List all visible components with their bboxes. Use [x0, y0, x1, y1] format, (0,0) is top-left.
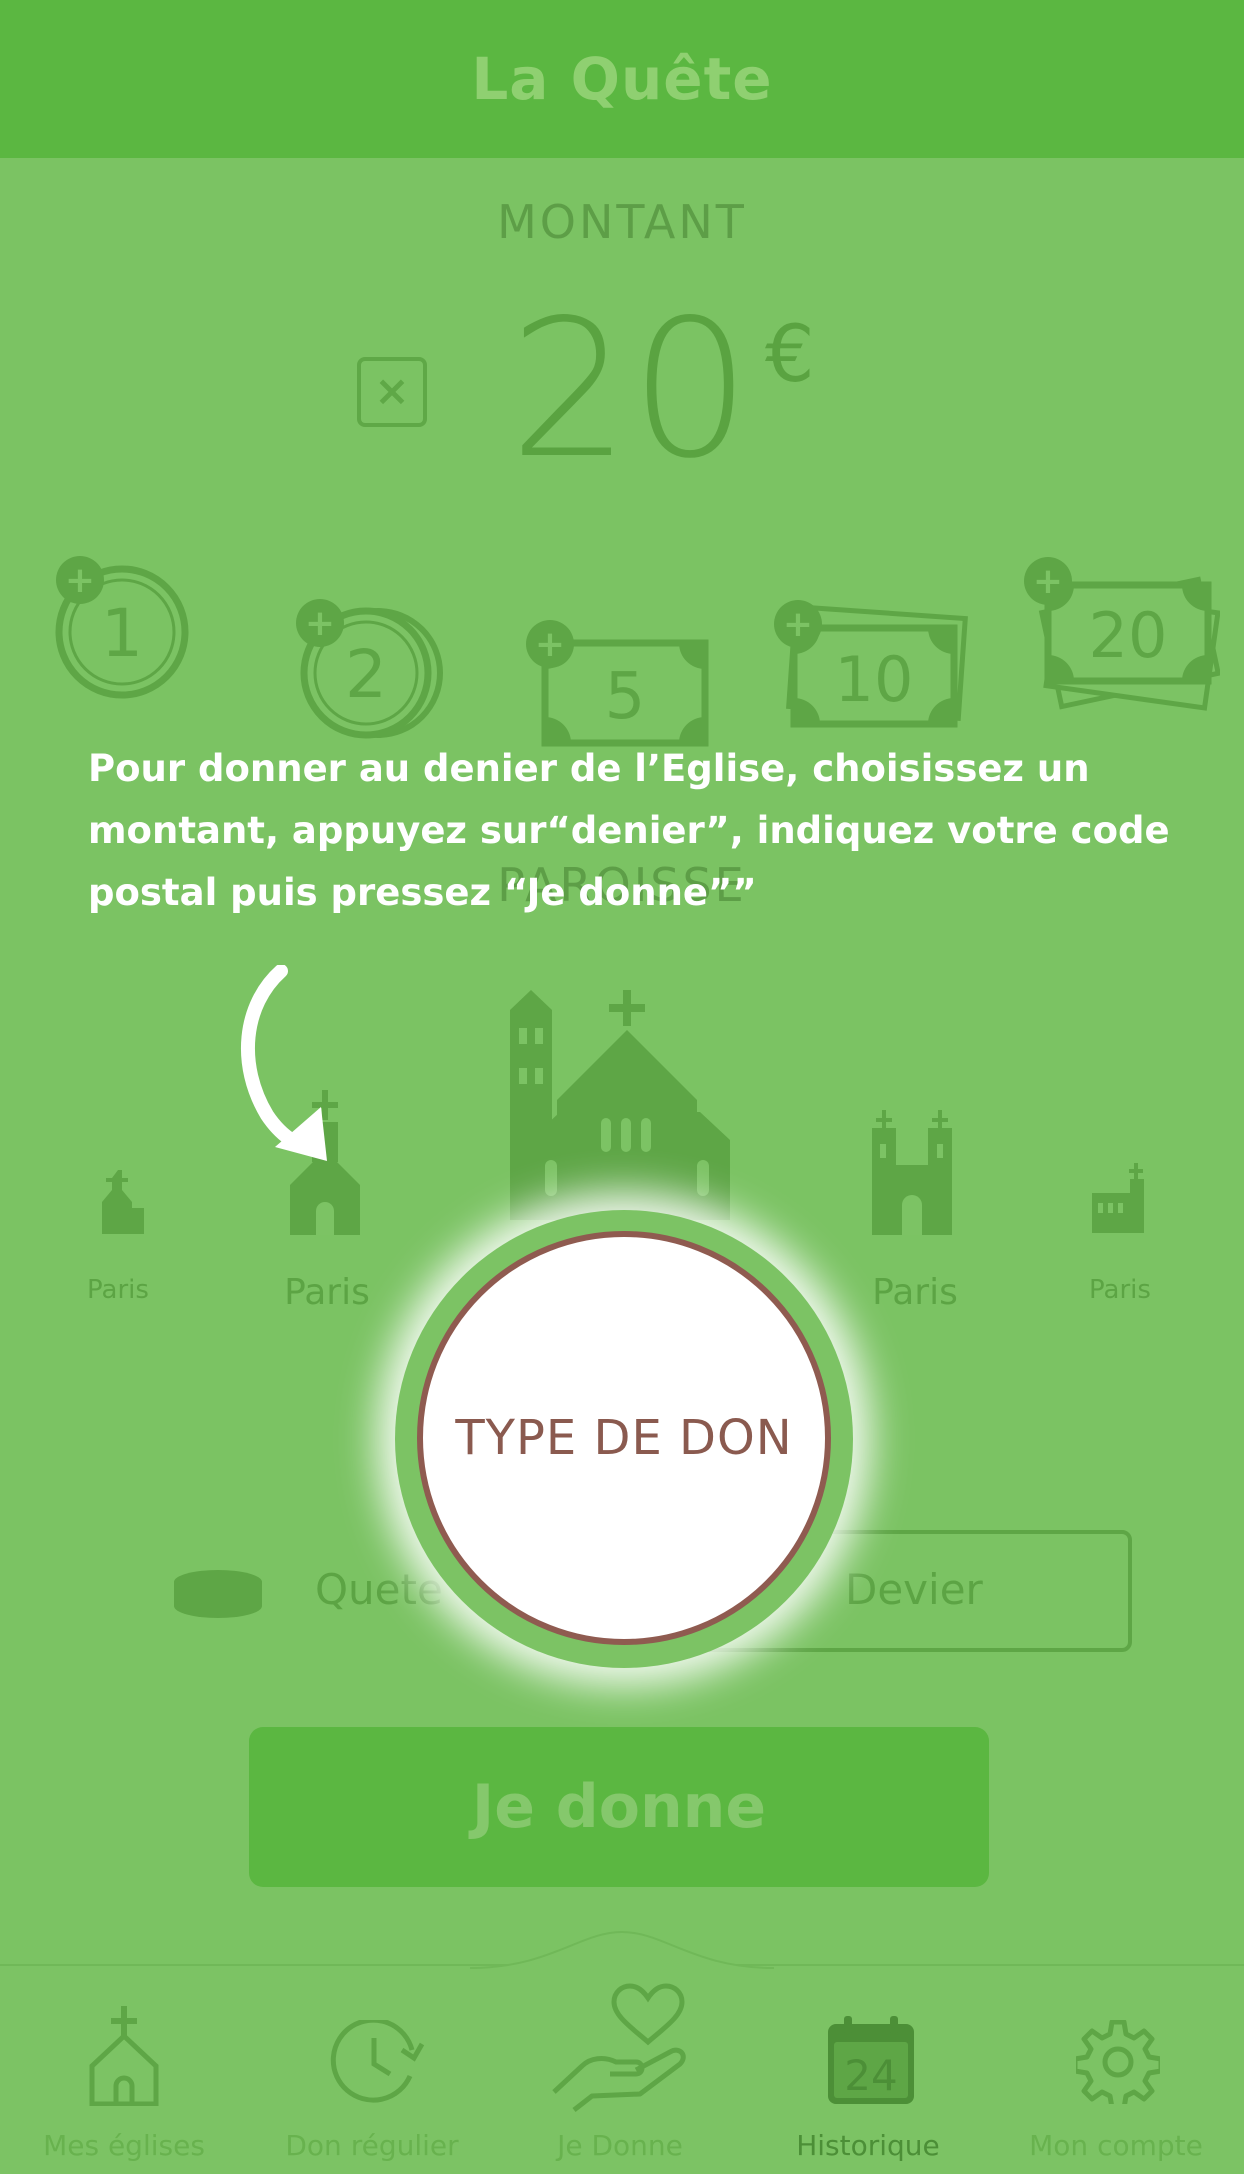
add-5-banknote-button[interactable]: + 5: [520, 618, 720, 748]
note-10-label: 10: [835, 643, 914, 716]
church-small-left-icon[interactable]: [96, 1170, 146, 1234]
heart-hand-icon: [552, 1983, 686, 2112]
tab-label: Don régulier: [285, 2129, 459, 2162]
note-5-label: 5: [605, 660, 646, 734]
church-icon: [89, 2006, 159, 2106]
calendar-day: 24: [844, 2051, 897, 2100]
donation-type-highlight[interactable]: TYPE DE DON: [417, 1231, 831, 1645]
tab-je-donne[interactable]: Je Donne: [496, 1966, 744, 2174]
amount-value: 20: [509, 279, 751, 500]
calendar-icon: 24: [828, 2016, 914, 2104]
coin-2-label: 2: [345, 636, 387, 713]
tabbar-notch: [470, 1930, 774, 1969]
denier-option-label: Devier: [845, 1565, 983, 1614]
je-donne-button[interactable]: Je donne: [249, 1727, 989, 1887]
clear-amount-button[interactable]: ×: [357, 357, 427, 427]
svg-text:+: +: [535, 624, 565, 665]
church-city-label: Paris: [87, 1275, 149, 1305]
tab-bar: Mes églises Don régulier Je Donne 24 His…: [0, 1930, 1244, 2174]
tab-label: Historique: [796, 2129, 940, 2162]
note-20-label: 20: [1089, 599, 1168, 672]
currency-symbol: €: [765, 310, 815, 400]
tab-mon-compte[interactable]: Mon compte: [992, 1966, 1240, 2174]
church-small-right-icon[interactable]: [1090, 1163, 1150, 1233]
tab-label: Je Donne: [557, 2129, 683, 2162]
app-header: La Quête: [0, 0, 1244, 158]
tab-mes-eglises[interactable]: Mes églises: [0, 1966, 248, 2174]
quete-option[interactable]: Quete: [315, 1565, 443, 1614]
coin-1-label: 1: [101, 595, 143, 672]
tab-label: Mon compte: [1029, 2129, 1203, 2162]
amount-label: MONTANT: [497, 195, 747, 249]
tab-historique[interactable]: 24 Historique: [744, 1966, 992, 2174]
gear-icon: [1076, 2020, 1160, 2104]
tutorial-arrow-icon: [240, 965, 327, 1161]
svg-text:+: +: [1033, 561, 1063, 602]
svg-text:+: +: [783, 604, 813, 645]
church-city-label: Paris: [872, 1272, 958, 1313]
svg-text:+: +: [305, 603, 335, 644]
add-10-banknote-button[interactable]: + 10: [770, 598, 970, 738]
tab-don-regulier[interactable]: Don régulier: [248, 1966, 496, 2174]
church-city-label: Paris: [1089, 1275, 1151, 1305]
quete-coin-icon: [174, 1570, 262, 1618]
clock-refresh-icon: [330, 2020, 425, 2103]
add-2-coin-button[interactable]: + 2: [290, 595, 450, 745]
tab-label: Mes églises: [43, 2129, 205, 2162]
church-city-label: Paris: [284, 1272, 370, 1313]
selected-church-icon[interactable]: [505, 990, 730, 1220]
svg-text:+: +: [65, 560, 95, 601]
cathedral-icon[interactable]: [870, 1110, 955, 1235]
tutorial-instructions: Pour donner au denier de l’Eglise, chois…: [88, 747, 1170, 914]
app-title: La Quête: [471, 45, 773, 113]
add-1-coin-button[interactable]: + 1: [50, 552, 200, 712]
add-20-banknote-button[interactable]: + 20: [1020, 555, 1220, 715]
donation-type-label: TYPE DE DON: [455, 1410, 793, 1466]
